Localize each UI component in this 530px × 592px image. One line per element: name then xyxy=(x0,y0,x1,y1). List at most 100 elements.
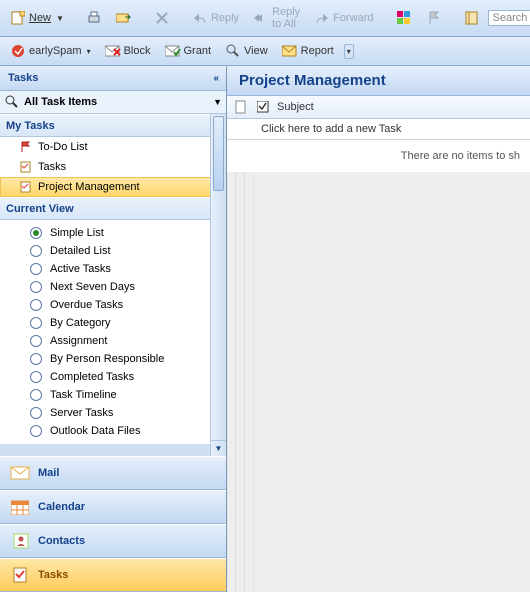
mail-icon xyxy=(10,464,30,482)
tree-item-project-management[interactable]: Project Management xyxy=(0,177,226,197)
content-pane: Project Management Subject Click here to… xyxy=(227,66,530,592)
view-option-by-category[interactable]: By Category xyxy=(0,314,226,332)
view-label: View xyxy=(244,45,268,57)
task-icon xyxy=(18,159,34,175)
reply-all-label: Reply to All xyxy=(272,6,300,30)
view-option-overdue-tasks[interactable]: Overdue Tasks xyxy=(0,296,226,314)
radio-icon xyxy=(30,317,42,329)
search-icon xyxy=(4,94,20,110)
view-option-by-person-responsible[interactable]: By Person Responsible xyxy=(0,350,226,368)
view-option-next-seven-days[interactable]: Next Seven Days xyxy=(0,278,226,296)
view-option-task-timeline[interactable]: Task Timeline xyxy=(0,386,226,404)
book-icon xyxy=(464,10,480,26)
nav-button-tasks[interactable]: Tasks xyxy=(0,558,226,592)
nav-button-label: Contacts xyxy=(38,535,85,547)
radio-icon xyxy=(30,389,42,401)
scroll-down-icon[interactable]: ▼ xyxy=(211,440,226,456)
radio-icon xyxy=(30,335,42,347)
view-label: By Category xyxy=(50,317,111,329)
new-task-label: Click here to add a new Task xyxy=(261,123,401,135)
nav-button-mail[interactable]: Mail xyxy=(0,456,226,490)
radio-icon xyxy=(30,263,42,275)
radio-icon xyxy=(30,407,42,419)
report-button[interactable]: Report xyxy=(276,40,340,62)
search-input[interactable]: Search xyxy=(488,10,530,26)
overflow-button[interactable]: ▾ xyxy=(344,44,354,59)
radio-icon xyxy=(30,299,42,311)
dropdown-icon: ▼ xyxy=(213,97,222,107)
followup-button[interactable] xyxy=(420,7,448,29)
empty-message: There are no items to sh xyxy=(227,140,530,172)
move-folder-button[interactable] xyxy=(110,7,138,29)
address-book-button[interactable] xyxy=(458,7,486,29)
section-label: Current View xyxy=(6,203,74,215)
flag-icon xyxy=(426,10,442,26)
new-button[interactable]: New ▼ xyxy=(4,7,70,29)
radio-icon xyxy=(30,371,42,383)
report-icon xyxy=(282,43,298,59)
tree-item-label: To-Do List xyxy=(38,141,88,153)
new-task-row[interactable]: Click here to add a new Task xyxy=(227,119,530,140)
view-option-assignment[interactable]: Assignment xyxy=(0,332,226,350)
nav-button-calendar[interactable]: Calendar xyxy=(0,490,226,524)
tasks-icon xyxy=(10,566,30,584)
filter-label: All Task Items xyxy=(24,96,209,108)
reply-all-icon xyxy=(253,10,269,26)
view-label: Detailed List xyxy=(50,245,111,257)
reply-all-button[interactable]: Reply to All xyxy=(247,3,306,33)
folder-move-icon xyxy=(116,10,132,26)
categorize-button[interactable] xyxy=(390,7,418,29)
view-option-outlook-data-files[interactable]: Outlook Data Files xyxy=(0,422,226,440)
nav-button-contacts[interactable]: Contacts xyxy=(0,524,226,558)
search-icon xyxy=(225,43,241,59)
dropdown-icon: ▼ xyxy=(56,14,64,23)
subject-column[interactable]: Subject xyxy=(277,101,314,113)
nav-button-label: Tasks xyxy=(38,569,68,581)
complete-column[interactable] xyxy=(255,99,271,115)
collapse-icon[interactable]: « xyxy=(213,73,218,84)
report-label: Report xyxy=(301,45,334,57)
view-option-completed-tasks[interactable]: Completed Tasks xyxy=(0,368,226,386)
block-button[interactable]: Block xyxy=(99,40,157,62)
categorize-icon xyxy=(396,10,412,26)
view-label: By Person Responsible xyxy=(50,353,164,365)
new-label: New xyxy=(29,12,51,24)
tree-item-tasks[interactable]: Tasks xyxy=(0,157,226,177)
tree-item-to-do-list[interactable]: To-Do List xyxy=(0,137,226,157)
column-header-row: Subject xyxy=(227,96,530,119)
tree-item-label: Tasks xyxy=(38,161,66,173)
view-label: Simple List xyxy=(50,227,104,239)
forward-button[interactable]: Forward xyxy=(308,7,379,29)
view-label: Overdue Tasks xyxy=(50,299,123,311)
view-button[interactable]: View xyxy=(219,40,274,62)
view-option-simple-list[interactable]: Simple List xyxy=(0,224,226,242)
print-button[interactable] xyxy=(80,7,108,29)
view-label: Active Tasks xyxy=(50,263,111,275)
earlyspam-button[interactable]: earlySpam▾ xyxy=(4,40,97,62)
nav-bottom-buttons: Mail Calendar Contacts Tasks xyxy=(0,456,226,592)
delete-button[interactable] xyxy=(148,7,176,29)
nav-button-label: Mail xyxy=(38,467,59,479)
view-option-server-tasks[interactable]: Server Tasks xyxy=(0,404,226,422)
scrollbar-thumb[interactable] xyxy=(213,116,224,191)
view-option-detailed-list[interactable]: Detailed List xyxy=(0,242,226,260)
tree-item-label: Project Management xyxy=(38,181,140,193)
scrollbar[interactable]: ▼ xyxy=(210,114,226,456)
view-option-active-tasks[interactable]: Active Tasks xyxy=(0,260,226,278)
view-label: Next Seven Days xyxy=(50,281,135,293)
section-current-view[interactable]: Current View ︽ xyxy=(0,197,226,220)
new-icon xyxy=(10,10,26,26)
task-grid xyxy=(227,172,530,592)
nav-filter[interactable]: All Task Items ▼ xyxy=(0,91,226,114)
view-label: Task Timeline xyxy=(50,389,117,401)
radio-icon xyxy=(30,353,42,365)
grant-button[interactable]: Grant xyxy=(159,40,218,62)
view-label: Assignment xyxy=(50,335,107,347)
reply-button[interactable]: Reply xyxy=(186,7,245,29)
task-tree: To-Do List Tasks Project Management xyxy=(0,137,226,197)
block-label: Block xyxy=(124,45,151,57)
nav-button-label: Calendar xyxy=(38,501,85,513)
nav-header: Tasks « xyxy=(0,66,226,91)
section-my-tasks[interactable]: My Tasks ︽ xyxy=(0,114,226,137)
icon-column[interactable] xyxy=(233,99,249,115)
